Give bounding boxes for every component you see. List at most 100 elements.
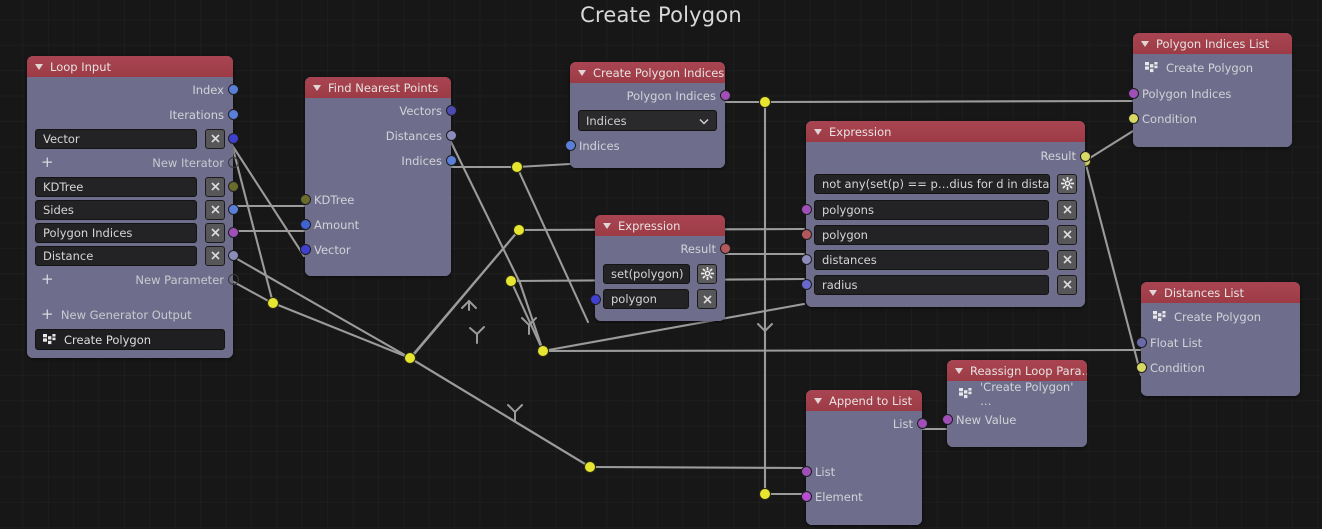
remove-variable-button[interactable] — [1057, 199, 1077, 220]
collapse-triangle-icon[interactable] — [603, 222, 611, 229]
socket-amount[interactable] — [299, 219, 311, 230]
node-header-append-to-list[interactable]: Append to List — [806, 390, 922, 411]
variable-name-input[interactable]: polygons — [814, 199, 1049, 220]
remove-variable-button[interactable] — [1057, 224, 1077, 245]
socket-distance[interactable] — [227, 250, 239, 261]
node-header-loop-input[interactable]: Loop Input — [27, 56, 233, 77]
socket-vector-iterator[interactable] — [227, 133, 239, 144]
gear-icon[interactable] — [1057, 173, 1077, 194]
socket-float-list[interactable] — [1135, 337, 1147, 348]
socket-distances[interactable] — [800, 254, 812, 265]
socket-result[interactable] — [1079, 151, 1091, 162]
node-editor-canvas[interactable]: Create Polygon Loop Input Index Iteratio… — [0, 0, 1322, 529]
remove-parameter-button[interactable] — [205, 199, 225, 220]
remove-variable-button[interactable] — [1057, 274, 1077, 295]
plus-icon[interactable]: + — [36, 307, 54, 322]
socket-polygon-indices[interactable] — [227, 227, 239, 238]
variable-name-input[interactable]: radius — [814, 274, 1049, 295]
node-header-polygon-indices-list[interactable]: Polygon Indices List — [1133, 33, 1292, 54]
socket-new-iterator[interactable] — [227, 157, 239, 168]
node-append-to-list[interactable]: Append to List List List Element — [800, 390, 928, 525]
indices-type-dropdown[interactable]: Indices — [578, 110, 717, 131]
collapse-triangle-icon[interactable] — [814, 128, 822, 135]
plus-icon[interactable]: + — [36, 155, 54, 170]
iterator-name-input[interactable]: Vector — [35, 128, 197, 149]
node-tree-icon — [43, 333, 56, 346]
socket-sides[interactable] — [227, 204, 239, 215]
plus-icon[interactable]: + — [36, 272, 54, 287]
socket-list-output[interactable] — [916, 418, 928, 429]
socket-radius[interactable] — [800, 279, 812, 290]
socket-result[interactable] — [719, 243, 731, 254]
socket-new-parameter[interactable] — [227, 274, 239, 285]
node-header-distances-list[interactable]: Distances List — [1141, 282, 1300, 303]
parameter-name-input[interactable]: KDTree — [35, 176, 197, 197]
expression-input[interactable]: not any(set(p) == p…dius for d in distan… — [814, 173, 1050, 194]
input-label: Polygon Indices — [1142, 86, 1232, 101]
remove-parameter-button[interactable] — [205, 176, 225, 197]
remove-variable-button[interactable] — [1057, 249, 1077, 270]
collapse-triangle-icon[interactable] — [814, 397, 822, 404]
new-iterator-row[interactable]: + New Iterator — [27, 150, 239, 175]
socket-condition[interactable] — [1135, 362, 1147, 373]
node-find-nearest-points[interactable]: Find Nearest Points Vectors Distances In… — [299, 77, 457, 276]
socket-polygon-indices[interactable] — [1127, 88, 1139, 99]
new-generator-output-row[interactable]: + New Generator Output — [27, 302, 233, 327]
dropdown-value: Indices — [586, 113, 627, 128]
parameter-name-input[interactable]: Polygon Indices — [35, 222, 197, 243]
socket-kdtree[interactable] — [299, 194, 311, 205]
socket-index[interactable] — [227, 84, 239, 95]
output-label: Result — [680, 241, 716, 256]
gear-icon[interactable] — [697, 263, 717, 284]
socket-element[interactable] — [800, 491, 812, 502]
output-row-vectors: Vectors — [305, 98, 457, 123]
node-expression-main[interactable]: Expression Result not any(set(p) == p…di… — [800, 121, 1091, 307]
collapse-triangle-icon[interactable] — [313, 84, 321, 91]
node-create-polygon-indices[interactable]: Create Polygon Indices Polygon Indices I… — [564, 62, 731, 168]
input-row-amount: Amount — [299, 212, 451, 237]
variable-name-input[interactable]: distances — [814, 249, 1049, 270]
node-expression-small[interactable]: Expression Result set(polygon) polygon — [589, 215, 731, 321]
parameter-name-input[interactable]: Sides — [35, 199, 197, 220]
remove-iterator-button[interactable] — [205, 128, 225, 149]
socket-indices[interactable] — [445, 155, 457, 166]
variable-name-input[interactable]: polygon — [814, 224, 1049, 245]
subprogram-button[interactable]: Create Polygon — [35, 329, 225, 350]
collapse-triangle-icon[interactable] — [35, 63, 43, 70]
socket-polygons[interactable] — [800, 204, 812, 215]
socket-condition[interactable] — [1127, 113, 1139, 124]
chevron-down-icon[interactable] — [699, 114, 709, 128]
node-header-find-nearest-points[interactable]: Find Nearest Points — [305, 77, 451, 98]
collapse-triangle-icon[interactable] — [578, 69, 586, 76]
expression-input[interactable]: set(polygon) — [603, 263, 690, 284]
socket-polygon[interactable] — [800, 229, 812, 240]
node-header-create-polygon-indices[interactable]: Create Polygon Indices — [570, 62, 725, 83]
variable-field-row-distances: distances — [800, 247, 1085, 272]
socket-list-input[interactable] — [800, 466, 812, 477]
node-distances-list[interactable]: Distances List Create Polygon Float List… — [1135, 282, 1300, 396]
node-reassign-loop-parameter[interactable]: Reassign Loop Para… 'Create Polygon' … N… — [941, 360, 1087, 447]
new-parameter-row[interactable]: + New Parameter — [27, 267, 239, 292]
remove-variable-button[interactable] — [697, 289, 717, 309]
socket-polygon-indices[interactable] — [719, 90, 731, 101]
node-header-expression-main[interactable]: Expression — [806, 121, 1085, 142]
socket-distances[interactable] — [445, 130, 457, 141]
socket-indices[interactable] — [564, 140, 576, 151]
collapse-triangle-icon[interactable] — [1141, 40, 1149, 47]
node-header-expression-small[interactable]: Expression — [595, 215, 725, 236]
collapse-triangle-icon[interactable] — [955, 367, 963, 374]
remove-parameter-button[interactable] — [205, 222, 225, 243]
socket-new-value[interactable] — [941, 414, 953, 425]
socket-polygon[interactable] — [589, 294, 601, 305]
parameter-name-input[interactable]: Distance — [35, 245, 197, 266]
node-loop-input[interactable]: Loop Input Index Iterations Vector + New… — [27, 56, 239, 358]
socket-iterations[interactable] — [227, 109, 239, 120]
collapse-triangle-icon[interactable] — [1149, 289, 1157, 296]
node-polygon-indices-list[interactable]: Polygon Indices List Create Polygon Poly… — [1127, 33, 1292, 147]
remove-parameter-button[interactable] — [205, 245, 225, 266]
node-header-reassign-loop-parameter[interactable]: Reassign Loop Para… — [947, 360, 1087, 381]
socket-vectors[interactable] — [445, 105, 457, 116]
socket-kdtree[interactable] — [227, 181, 239, 192]
variable-name-input[interactable]: polygon — [603, 289, 689, 309]
socket-vector[interactable] — [299, 244, 311, 255]
